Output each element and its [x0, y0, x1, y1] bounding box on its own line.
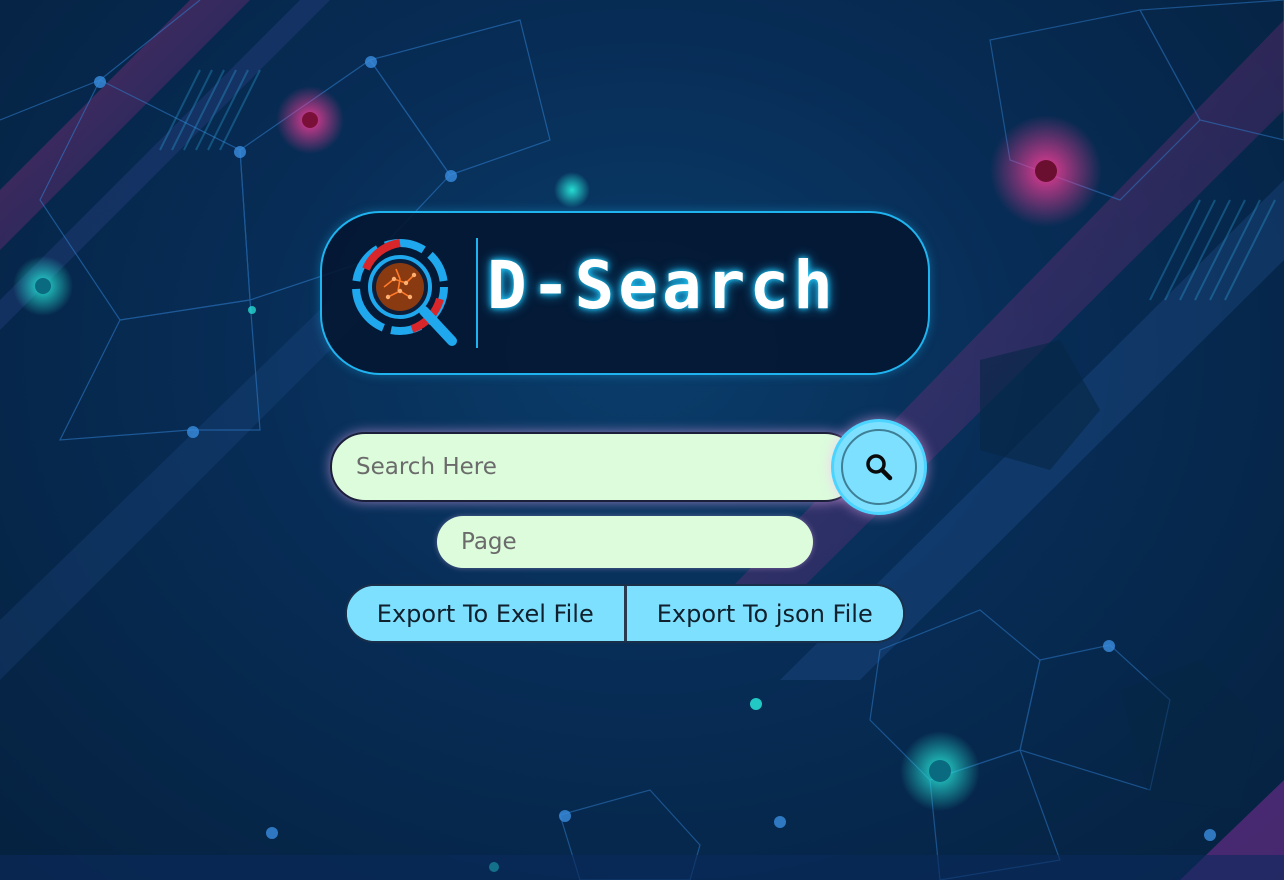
export-button-group: Export To Exel File Export To json File — [345, 584, 905, 643]
app-title: D-Search — [487, 247, 837, 324]
search-icon — [866, 454, 893, 481]
logo-divider — [476, 238, 478, 348]
page-input[interactable] — [437, 516, 813, 568]
search-button-ring — [841, 429, 917, 505]
export-json-button[interactable]: Export To json File — [626, 586, 903, 641]
search-input[interactable] — [330, 432, 860, 502]
logo-banner: D-Search — [320, 211, 930, 375]
search-button[interactable] — [831, 419, 927, 515]
export-excel-button[interactable]: Export To Exel File — [347, 586, 624, 641]
magnifier-circuit-icon — [352, 239, 457, 346]
